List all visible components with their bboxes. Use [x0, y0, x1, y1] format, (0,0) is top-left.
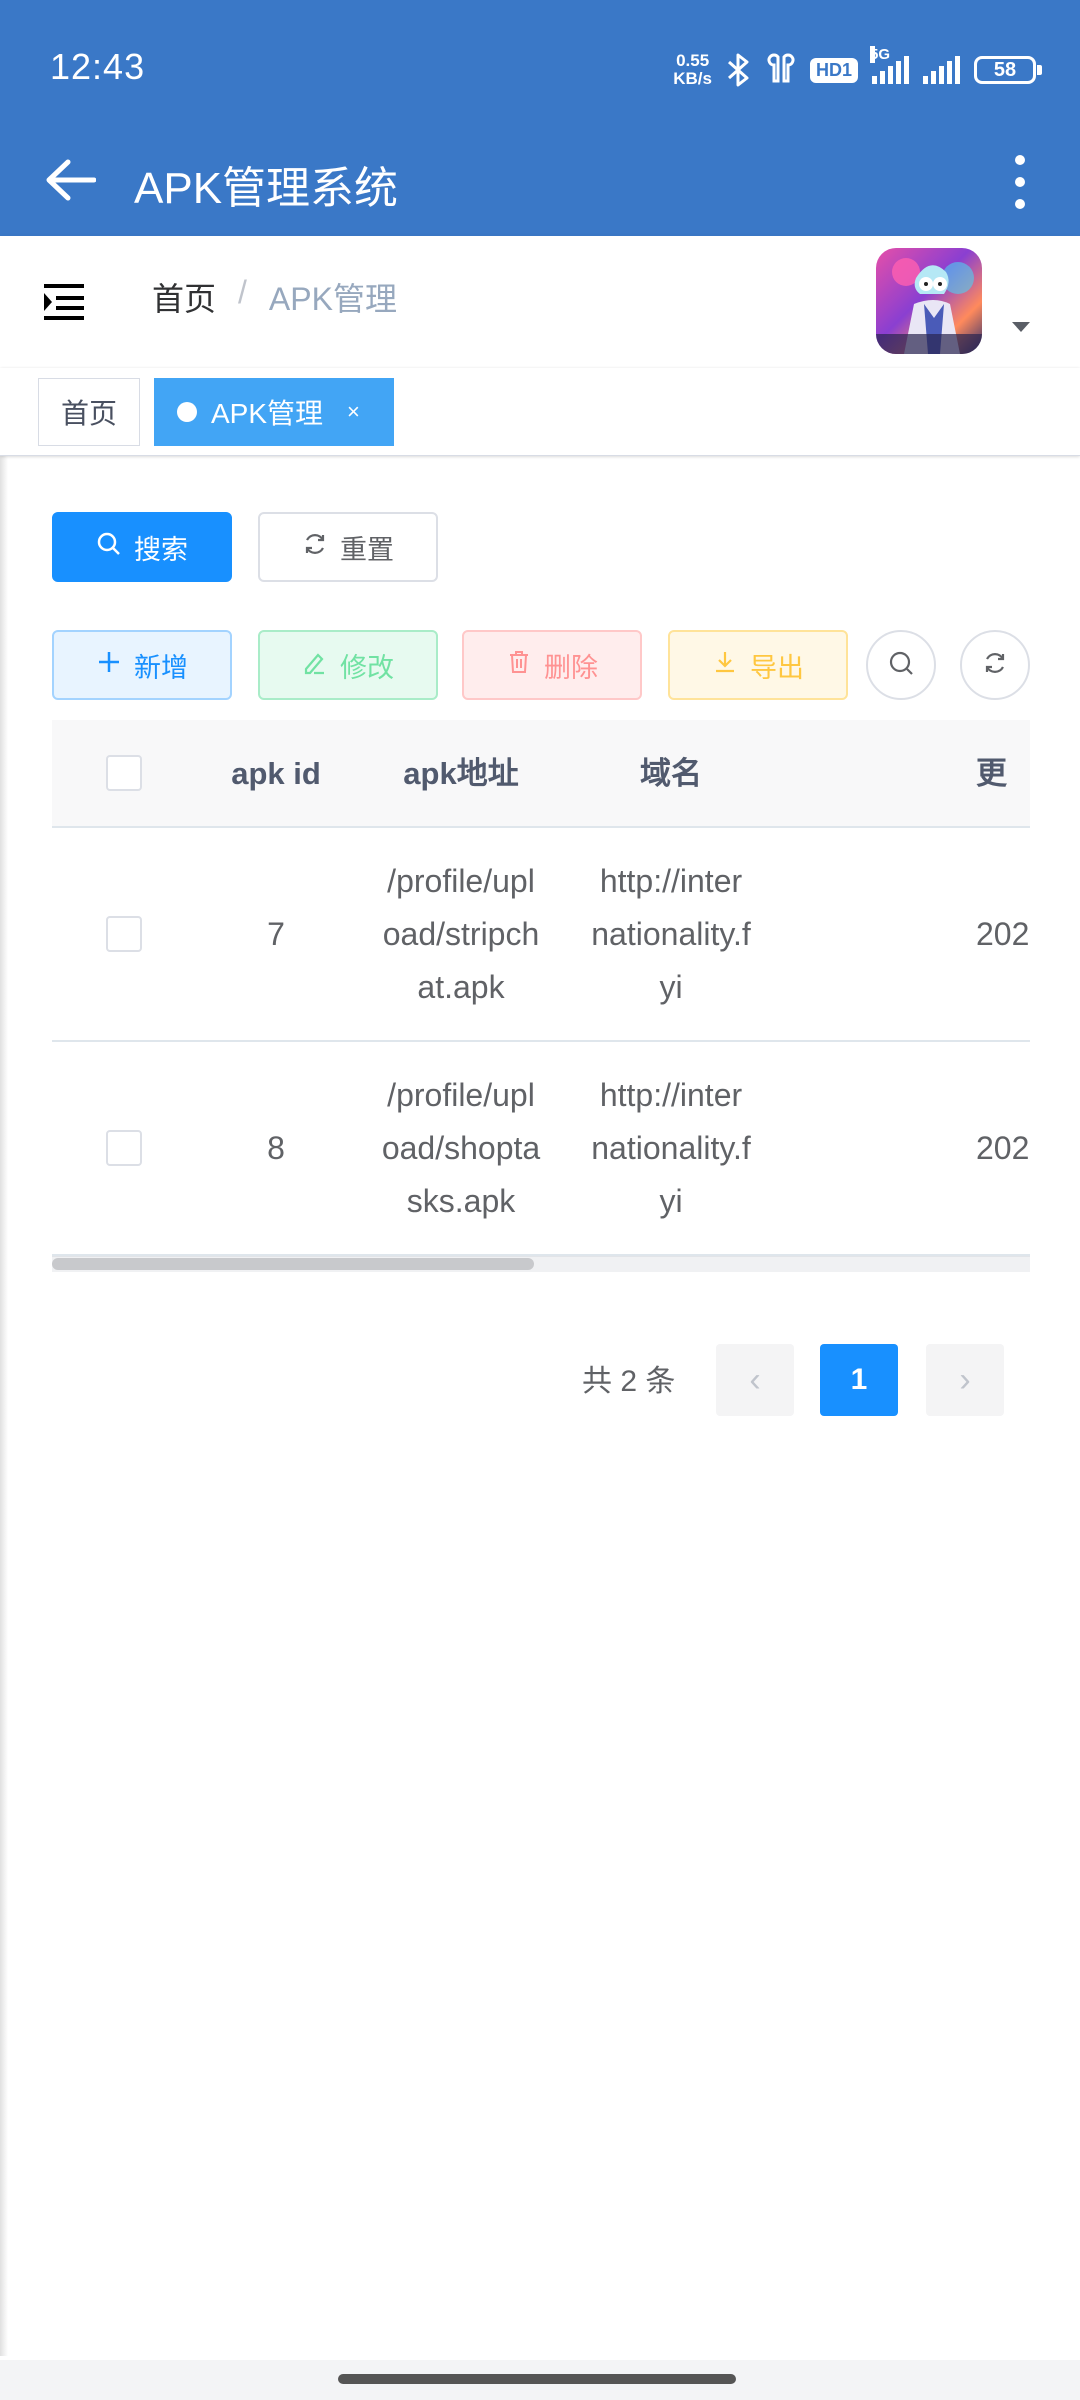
- pagination-total: 共 2 条: [582, 1365, 676, 1398]
- chevron-right-icon: ›: [959, 1360, 971, 1399]
- download-icon: [712, 649, 738, 682]
- cell-update-time: 202: [976, 1129, 1030, 1166]
- breadcrumb: 首页 / APK管理: [152, 274, 397, 320]
- network-speed: 0.55 KB/s: [673, 51, 712, 88]
- select-all-checkbox[interactable]: [106, 755, 142, 791]
- hd-badge: HD1: [809, 57, 858, 83]
- tag-apk-manage[interactable]: APK管理 ×: [154, 378, 394, 446]
- battery-icon: 58: [974, 56, 1042, 84]
- table-row[interactable]: 8 /profile/upload/shoptasks.apk http://i…: [52, 1042, 1030, 1256]
- table-row[interactable]: 7 /profile/upload/stripchat.apk http://i…: [52, 828, 1030, 1042]
- page-1-button[interactable]: 1: [820, 1344, 898, 1416]
- signal-5g-icon: 5G: [870, 46, 909, 84]
- tag-home[interactable]: 首页: [38, 378, 140, 446]
- trash-icon: [506, 649, 532, 682]
- arrow-left-icon: [44, 158, 97, 207]
- breadcrumb-home[interactable]: 首页: [152, 274, 216, 320]
- navbar: 首页 / APK管理: [0, 236, 1080, 368]
- cell-apk-address: /profile/upload/stripchat.apk: [382, 862, 540, 1005]
- status-icons: 0.55 KB/s HD1 5G 58: [673, 46, 1042, 90]
- caret-down-icon[interactable]: [1012, 322, 1030, 332]
- hamburger-menu-icon[interactable]: [40, 276, 90, 326]
- cell-update-time: 202: [976, 915, 1030, 952]
- apk-table: apk id apk地址 域名 更 7 /profile/upload/stri…: [52, 720, 1030, 1272]
- toggle-search-button[interactable]: [866, 630, 936, 700]
- signal-icon: [923, 56, 960, 84]
- cell-apk-address: /profile/upload/shoptasks.apk: [381, 1076, 541, 1219]
- active-dot-icon: [177, 402, 197, 422]
- scrollbar-thumb[interactable]: [52, 1258, 534, 1270]
- column-header-apk-address[interactable]: apk地址: [356, 720, 566, 826]
- cell-apk-id: 7: [267, 915, 285, 952]
- cell-domain: http://internationality.fyi: [591, 862, 751, 1005]
- app-title: APK管理系统: [134, 164, 399, 213]
- cell-apk-id: 8: [267, 1129, 285, 1166]
- close-icon[interactable]: ×: [347, 399, 360, 425]
- refresh-icon: [982, 650, 1008, 681]
- breadcrumb-current: APK管理: [268, 281, 397, 317]
- search-icon: [887, 649, 915, 682]
- add-button[interactable]: 新增: [52, 630, 232, 700]
- back-button[interactable]: [36, 148, 104, 216]
- app-bar: APK管理系统: [0, 128, 1080, 236]
- breadcrumb-separator: /: [238, 274, 247, 310]
- tags-view: 首页 APK管理 ×: [0, 368, 1080, 456]
- pagination: 共 2 条 ‹ 1 ›: [0, 1344, 1080, 1416]
- more-options-button[interactable]: [1000, 144, 1040, 220]
- delete-button[interactable]: 删除: [462, 630, 642, 700]
- table-header: apk id apk地址 域名 更: [52, 720, 1030, 828]
- home-indicator[interactable]: [338, 2374, 736, 2384]
- column-header-apk-id[interactable]: apk id: [196, 720, 356, 826]
- next-page-button[interactable]: ›: [926, 1344, 1004, 1416]
- prev-page-button[interactable]: ‹: [716, 1344, 794, 1416]
- search-icon: [96, 531, 122, 564]
- status-time: 12:43: [50, 46, 146, 87]
- reset-button[interactable]: 重置: [258, 512, 438, 582]
- plus-icon: [96, 649, 122, 682]
- cell-domain: http://internationality.fyi: [591, 1076, 751, 1219]
- earbuds-icon: [766, 53, 796, 87]
- bluetooth-icon: [726, 53, 752, 87]
- avatar[interactable]: [876, 248, 982, 354]
- export-button[interactable]: 导出: [668, 630, 848, 700]
- refresh-table-button[interactable]: [960, 630, 1030, 700]
- refresh-icon: [302, 531, 328, 564]
- edit-button[interactable]: 修改: [258, 630, 438, 700]
- status-bar: 12:43 0.55 KB/s HD1 5G 58: [0, 0, 1080, 128]
- edit-icon: [302, 649, 328, 682]
- search-button[interactable]: 搜索: [52, 512, 232, 582]
- column-header-domain[interactable]: 域名: [566, 720, 776, 826]
- page-edge-shadow: [0, 456, 8, 2356]
- chevron-left-icon: ‹: [749, 1360, 761, 1399]
- row-checkbox[interactable]: [106, 916, 142, 952]
- more-vertical-icon: [1015, 155, 1025, 165]
- row-checkbox[interactable]: [106, 1130, 142, 1166]
- column-header-update-time[interactable]: 更: [776, 720, 1030, 826]
